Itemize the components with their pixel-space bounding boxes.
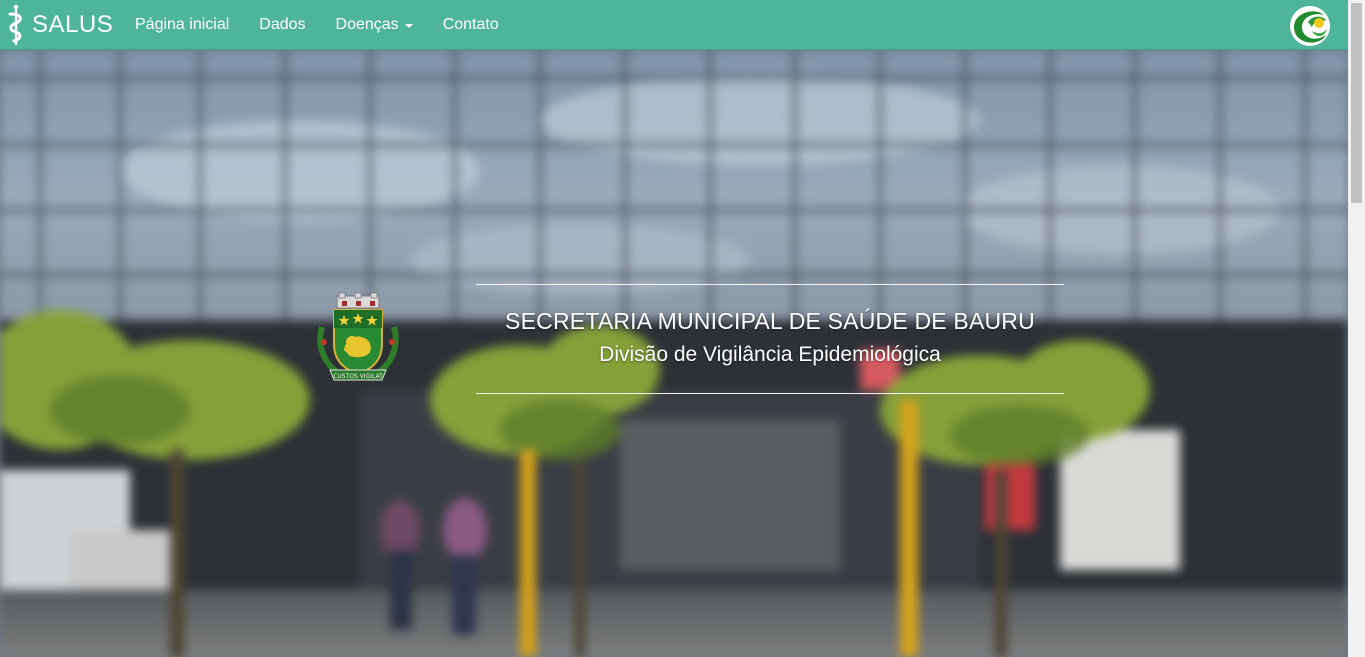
brand-name: SALUS xyxy=(32,11,114,38)
bauru-coat-of-arms: CUSTOS VIGILAT xyxy=(317,292,399,381)
brand-link[interactable]: SALUS xyxy=(4,4,113,46)
hero-title: SECRETARIA MUNICIPAL DE SAÚDE DE BAURU xyxy=(505,308,1035,334)
nav-data-label: Dados xyxy=(259,16,306,33)
nav-contact-label: Contato xyxy=(442,16,499,33)
crest-motto: CUSTOS VIGILAT xyxy=(333,373,383,380)
nav-home-label: Página inicial xyxy=(135,16,230,33)
caret-down-icon xyxy=(404,24,413,28)
top-navbar: SALUS Página inicial Dados Doenças Conta… xyxy=(0,0,1348,50)
top-divider xyxy=(476,284,1064,285)
caduceus-icon xyxy=(8,4,22,45)
nav-contact[interactable]: Contato xyxy=(428,0,514,50)
green-swirl-logo[interactable] xyxy=(1288,5,1332,47)
nav-diseases-dropdown[interactable]: Doenças xyxy=(321,0,428,50)
nav-diseases-label: Doenças xyxy=(335,16,399,33)
scrollbar-thumb[interactable] xyxy=(1351,3,1362,203)
hero-heading: SECRETARIA MUNICIPAL DE SAÚDE DE BAURU D… xyxy=(476,284,1064,394)
main-nav: Página inicial Dados Doenças Contato xyxy=(120,0,514,50)
nav-data[interactable]: Dados xyxy=(244,0,320,50)
bottom-divider xyxy=(476,393,1064,394)
page-scrollbar[interactable] xyxy=(1348,0,1365,657)
nav-home[interactable]: Página inicial xyxy=(120,0,244,50)
hero-subtitle: Divisão de Vigilância Epidemiológica xyxy=(599,343,941,366)
